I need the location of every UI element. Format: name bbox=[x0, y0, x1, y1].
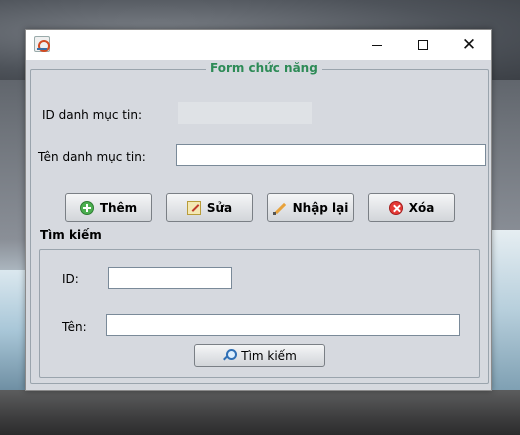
delete-button[interactable]: Xóa bbox=[368, 193, 455, 222]
maximize-icon bbox=[418, 40, 428, 50]
add-icon bbox=[79, 200, 94, 215]
minimize-button[interactable] bbox=[354, 30, 400, 60]
search-icon bbox=[222, 349, 238, 362]
edit-icon bbox=[186, 200, 201, 215]
app-window: ✕ Form chức năng ID danh mục tin: Tên da… bbox=[25, 29, 492, 391]
edit-button-label: Sửa bbox=[206, 200, 233, 215]
add-button[interactable]: Thêm bbox=[65, 193, 152, 222]
id-value-field bbox=[178, 102, 312, 124]
reset-button-label: Nhập lại bbox=[292, 200, 349, 215]
reset-button[interactable]: Nhập lại bbox=[267, 193, 354, 222]
search-section-title: Tìm kiếm bbox=[40, 228, 102, 242]
edit-button[interactable]: Sửa bbox=[166, 193, 253, 222]
desktop-rocks bbox=[0, 390, 520, 435]
minimize-icon bbox=[372, 44, 382, 46]
pencil-icon bbox=[272, 201, 287, 215]
maximize-button[interactable] bbox=[400, 30, 446, 60]
java-app-icon[interactable] bbox=[34, 36, 50, 52]
close-icon: ✕ bbox=[461, 35, 477, 55]
search-id-label: ID: bbox=[62, 272, 79, 286]
form-title: Form chức năng bbox=[206, 61, 322, 75]
close-button[interactable]: ✕ bbox=[446, 30, 492, 60]
search-id-input[interactable] bbox=[108, 267, 232, 289]
search-name-label: Tên: bbox=[62, 320, 87, 334]
id-label: ID danh mục tin: bbox=[42, 108, 142, 122]
title-bar[interactable]: ✕ bbox=[26, 30, 491, 60]
name-label: Tên danh mục tin: bbox=[38, 150, 146, 164]
search-button-label: Tìm kiếm bbox=[241, 348, 297, 363]
desktop-glacier-right bbox=[490, 230, 520, 390]
add-button-label: Thêm bbox=[99, 200, 138, 215]
name-input[interactable] bbox=[176, 144, 486, 166]
delete-icon bbox=[388, 200, 403, 215]
delete-button-label: Xóa bbox=[408, 200, 435, 215]
search-name-input[interactable] bbox=[106, 314, 460, 336]
search-button[interactable]: Tìm kiếm bbox=[194, 344, 325, 367]
